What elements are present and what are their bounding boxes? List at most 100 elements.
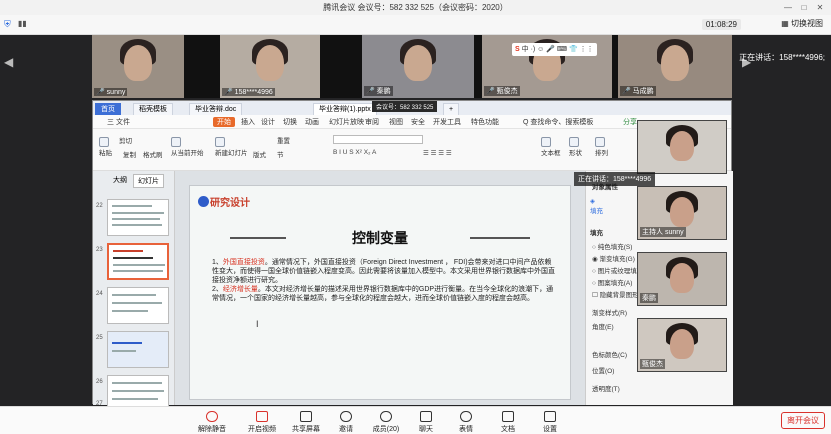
thumb-line xyxy=(112,382,162,384)
paragraph-icons[interactable]: ☰ ☰ ☰ ☰ xyxy=(423,149,452,157)
window-title: 腾讯会议 会议号：582 332 525（会议密码：2020） xyxy=(323,3,508,12)
section-button[interactable]: 节 xyxy=(277,149,284,159)
copy-button[interactable]: 复制 xyxy=(123,149,136,159)
thumb-line xyxy=(112,342,142,344)
tab-outline[interactable]: 大纲 xyxy=(109,174,131,186)
menu-devtools[interactable]: 开发工具 xyxy=(433,117,461,127)
invite-button[interactable]: 邀请 xyxy=(326,411,366,434)
thumb-line xyxy=(112,310,148,312)
tab-doc[interactable]: 毕业答辩.doc xyxy=(189,103,243,115)
participant-tile[interactable]: 🎤 158****4996 xyxy=(220,35,320,98)
minimize-icon[interactable]: — xyxy=(781,0,795,15)
participant-tile[interactable]: 🎤 秦鹏 xyxy=(362,35,474,98)
radio-pattern-fill[interactable]: ○ 图案填充(A) xyxy=(592,277,632,287)
start-video-button[interactable]: 开启视频 xyxy=(242,411,282,434)
person-add-icon xyxy=(340,411,352,422)
tab-slides[interactable]: 幻灯片 xyxy=(133,174,164,188)
slide-title: 控制变量 xyxy=(352,230,408,246)
new-slide-button[interactable]: 新建幻灯片 xyxy=(215,137,248,157)
font-select[interactable] xyxy=(333,135,423,144)
slide-thumbnail[interactable] xyxy=(107,287,169,324)
side-video-tile[interactable] xyxy=(637,120,727,174)
menu-features[interactable]: 特色功能 xyxy=(471,117,499,127)
menu-file[interactable]: 三 文件 xyxy=(107,117,130,127)
thumb-line xyxy=(112,350,136,352)
share-screen-button[interactable]: 共享屏幕 xyxy=(286,411,326,434)
menu-slideshow[interactable]: 幻灯片放映 xyxy=(329,117,364,127)
bottom-control-bar: 解除静音 开启视频 共享屏幕 邀请 成员(20) 聊天 表情 文档 设置 离开会… xyxy=(0,406,831,434)
tab-pptx[interactable]: 毕业答辩(1).pptx xyxy=(313,103,377,115)
radio-gradient-fill[interactable]: ◉ 渐变填充(G) xyxy=(592,253,635,263)
slide-thumbnail[interactable] xyxy=(107,199,169,236)
fill-heading: 填充 xyxy=(590,230,603,237)
fill-tab[interactable]: ◈ 填充 xyxy=(590,197,603,215)
play-from-current-button[interactable]: 从当前开始 xyxy=(171,137,204,157)
ime-toolbar[interactable]: S 中 ·) ☺ 🎤 ⌨ 👕 ⋮⋮ xyxy=(512,43,597,56)
section-dot-icon xyxy=(198,196,209,207)
members-button[interactable]: 成员(20) xyxy=(366,411,406,434)
share-button[interactable]: 分享 xyxy=(623,117,637,127)
menu-transition[interactable]: 切换 xyxy=(283,117,297,127)
side-video-tile-host[interactable]: 主持人 sunny xyxy=(637,186,727,240)
maximize-icon[interactable]: □ xyxy=(797,0,811,15)
tab-home[interactable]: 首页 xyxy=(95,103,121,115)
participant-tile[interactable]: 🎤 马成鹏 xyxy=(618,35,732,98)
cut-button[interactable]: 剪切 xyxy=(119,135,132,145)
layout-button[interactable]: 版式 xyxy=(253,149,266,159)
stop-color-label: 色标颜色(C) xyxy=(592,352,628,359)
participant-tile[interactable]: 🎤 sunny xyxy=(92,35,184,98)
unmute-button[interactable]: 解除静音 xyxy=(192,411,232,434)
prev-page-icon[interactable]: ◀ xyxy=(4,55,13,69)
slide-number: 24 xyxy=(96,291,103,297)
menu-design[interactable]: 设计 xyxy=(261,117,275,127)
shape-icon xyxy=(569,137,579,147)
shape-button[interactable]: 形状 xyxy=(569,137,582,157)
side-video-tile[interactable]: 甄俊杰 xyxy=(637,318,727,372)
slide-number: 25 xyxy=(96,335,103,341)
textbox-button[interactable]: 文本框 xyxy=(541,137,561,157)
menu-view[interactable]: 视图 xyxy=(389,117,403,127)
angle-label: 角度(E) xyxy=(592,324,614,331)
participant-name: 甄俊杰 xyxy=(640,359,665,369)
radio-solid-fill[interactable]: ○ 纯色填充(S) xyxy=(592,241,632,251)
slide-panel: 大纲 幻灯片 22 23 24 25 26 27 xyxy=(93,171,175,412)
menu-security[interactable]: 安全 xyxy=(411,117,425,127)
radio-picture-fill[interactable]: ○ 图片或纹理填充 xyxy=(592,265,643,275)
slide-section-title: 研究设计 xyxy=(210,198,250,209)
menu-review[interactable]: 审阅 xyxy=(365,117,379,127)
slide-thumbnail-selected[interactable] xyxy=(107,243,169,280)
close-icon[interactable]: ✕ xyxy=(813,0,827,15)
menu-home[interactable]: 开始 xyxy=(213,117,235,127)
participant-name: 🎤 sunny xyxy=(94,88,128,96)
slide-body: 1、外国直接投资。通常情况下，外国直接投资（Foreign Direct Inv… xyxy=(212,258,557,303)
signal-icon[interactable]: ▮▮ xyxy=(18,19,27,28)
leave-meeting-button[interactable]: 离开会议 xyxy=(781,412,825,429)
settings-button[interactable]: 设置 xyxy=(530,411,570,434)
arrange-button[interactable]: 排列 xyxy=(595,137,608,157)
members-icon xyxy=(380,411,392,422)
paragraph-gdp: 2、经济增长量。本文对经济增长量的描述采用世界银行数据库中的GDP进行衡量。在当… xyxy=(212,286,554,302)
command-search[interactable]: Q 查找命令、搜索模板 xyxy=(523,117,593,127)
chat-button[interactable]: 聊天 xyxy=(406,411,446,434)
documents-button[interactable]: 文档 xyxy=(488,411,528,434)
checkbox-hide-background[interactable]: ☐ 隐藏背景图形 xyxy=(592,289,639,299)
participant-face xyxy=(661,45,689,81)
meeting-timer: 01:08:29 xyxy=(701,19,741,30)
switch-view-button[interactable]: ▦ 切换视图 xyxy=(781,18,823,29)
slide-canvas[interactable]: 研究设计 控制变量 1、外国直接投资。通常情况下，外国直接投资（Foreign … xyxy=(189,185,571,400)
participant-strip: 🎤 sunny 🎤 158****4996 🎤 秦鹏 🎤 甄俊杰 🎤 马成鹏 xyxy=(92,35,732,98)
new-tab-button[interactable]: + xyxy=(443,103,460,115)
reset-button[interactable]: 重置 xyxy=(277,135,290,145)
position-label: 位置(O) xyxy=(592,368,615,375)
font-format-icons[interactable]: B I U S X² X₂ A xyxy=(333,149,376,156)
slide-thumbnail[interactable] xyxy=(107,331,169,368)
format-painter-button[interactable]: 格式刷 xyxy=(143,149,163,159)
menu-insert[interactable]: 插入 xyxy=(241,117,255,127)
emoji-button[interactable]: 表情 xyxy=(446,411,486,434)
tab-docer[interactable]: 稻壳模板 xyxy=(133,103,173,115)
textbox-icon xyxy=(541,137,551,147)
shield-icon[interactable]: ⛨ xyxy=(4,19,11,30)
paste-button[interactable]: 粘贴 xyxy=(99,137,112,157)
side-video-tile[interactable]: 秦鹏 xyxy=(637,252,727,306)
menu-animation[interactable]: 动画 xyxy=(305,117,319,127)
